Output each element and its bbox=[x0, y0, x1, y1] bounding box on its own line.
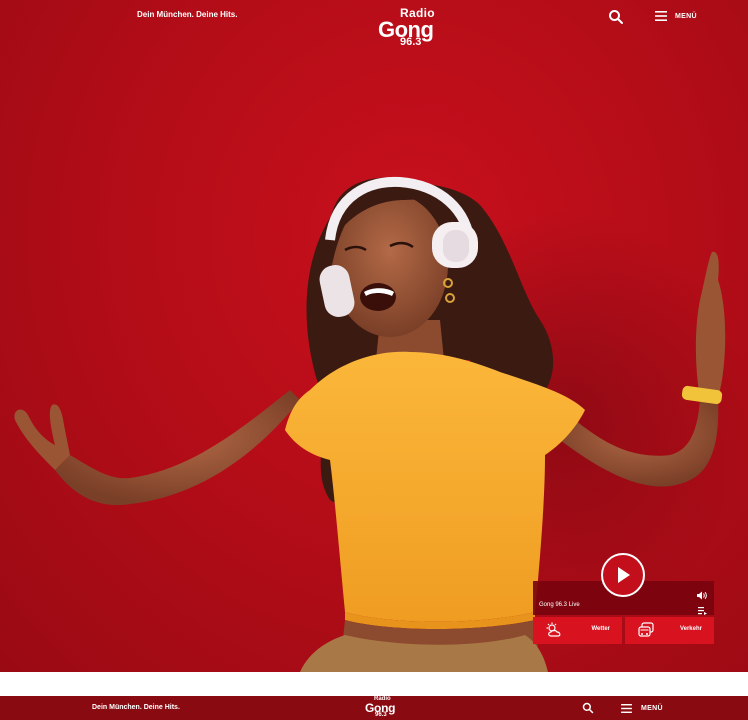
playlist-icon bbox=[698, 607, 707, 615]
radio-gong-logo[interactable]: Radio Gong 96.3 bbox=[378, 6, 458, 48]
volume-button[interactable] bbox=[697, 587, 707, 600]
traffic-label: Verkehr bbox=[679, 626, 702, 632]
traffic-button[interactable]: Verkehr bbox=[625, 617, 714, 644]
hero-section: Dein München. Deine Hits. Radio Gong 96.… bbox=[0, 0, 748, 672]
station-label: Gong 96.3 Live bbox=[539, 602, 580, 608]
play-icon bbox=[618, 567, 630, 583]
search-icon bbox=[582, 702, 594, 714]
tagline: Dein München. Deine Hits. bbox=[137, 10, 238, 19]
sticky-logo-line-frequency: 96.3 bbox=[375, 712, 387, 718]
menu-label: MENÜ bbox=[675, 12, 697, 20]
top-navigation: Dein München. Deine Hits. Radio Gong 96.… bbox=[0, 0, 748, 48]
sticky-menu-button[interactable]: MENÜ bbox=[621, 701, 683, 715]
sticky-search-button[interactable] bbox=[582, 701, 594, 714]
sticky-header: Dein München. Deine Hits. Radio Gong 96.… bbox=[0, 696, 748, 720]
traffic-icon bbox=[638, 622, 654, 637]
sticky-logo[interactable]: Radio Gong 96.3 bbox=[362, 696, 406, 720]
weather-icon bbox=[546, 622, 561, 637]
logo-line-frequency: 96.3 bbox=[400, 36, 422, 48]
search-button[interactable] bbox=[608, 9, 624, 25]
hamburger-icon bbox=[621, 703, 632, 713]
weather-button[interactable]: Wetter bbox=[533, 617, 622, 644]
hamburger-icon bbox=[655, 11, 667, 21]
weather-label: Wetter bbox=[591, 626, 610, 632]
volume-icon bbox=[697, 591, 707, 600]
menu-button[interactable]: MENÜ bbox=[655, 8, 715, 24]
search-icon bbox=[609, 10, 623, 24]
playlist-button[interactable] bbox=[698, 602, 707, 615]
play-button[interactable] bbox=[601, 553, 645, 597]
sticky-tagline: Dein München. Deine Hits. bbox=[92, 704, 180, 711]
sticky-menu-label: MENÜ bbox=[641, 704, 663, 712]
